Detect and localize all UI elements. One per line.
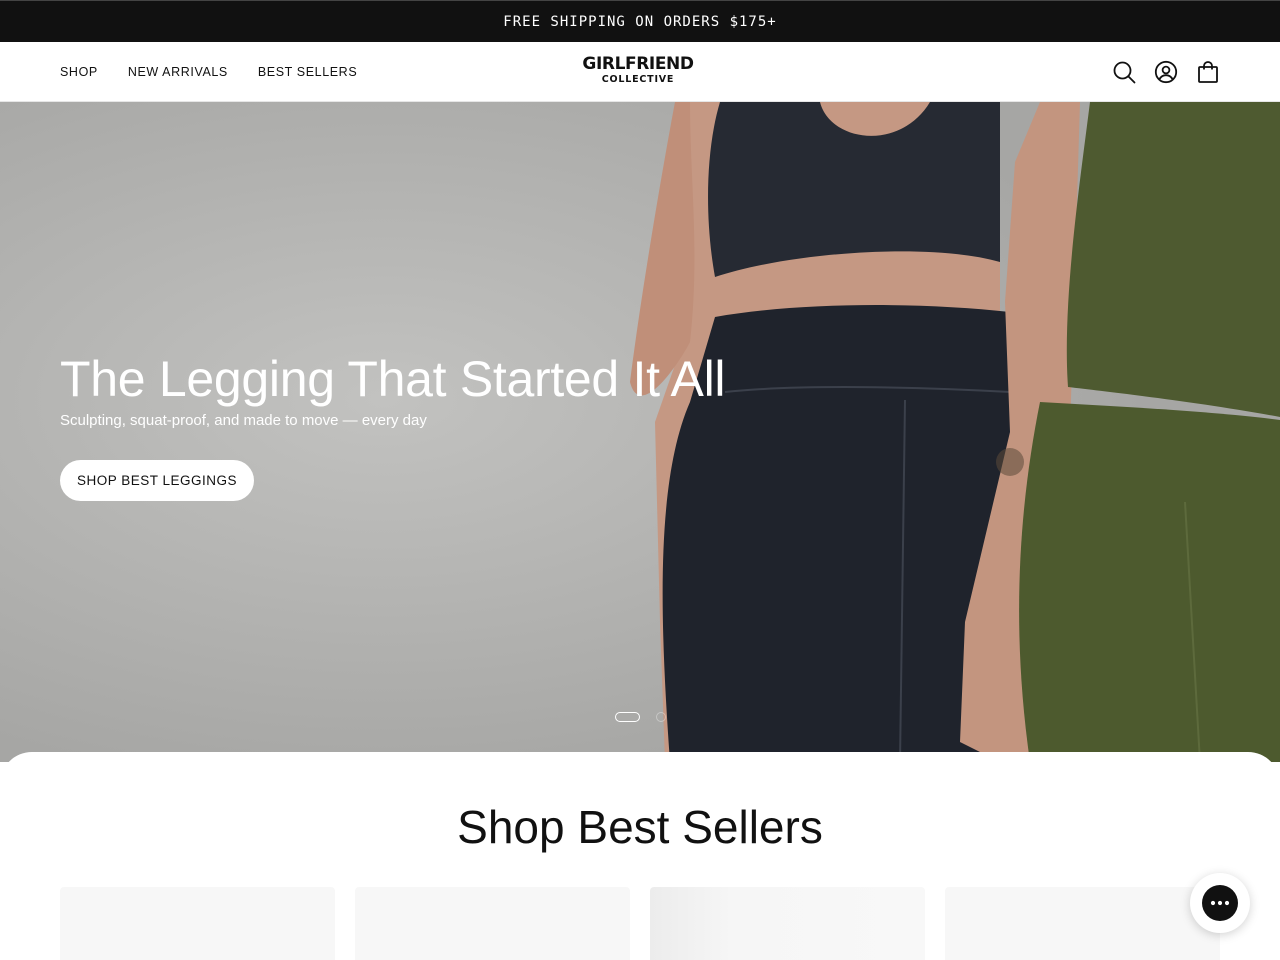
nav-new-arrivals[interactable]: NEW ARRIVALS bbox=[128, 65, 228, 79]
hero-subtitle: Sculpting, squat-proof, and made to move… bbox=[60, 412, 427, 429]
chat-button[interactable] bbox=[1190, 873, 1250, 933]
product-card[interactable] bbox=[650, 887, 925, 960]
search-icon[interactable] bbox=[1112, 60, 1136, 84]
logo-line-1: GIRLFRIEND bbox=[582, 54, 694, 74]
logo-line-2: COLLECTIVE bbox=[601, 74, 675, 85]
announcement-text: FREE SHIPPING ON ORDERS $175+ bbox=[503, 13, 777, 30]
brand-logo[interactable]: GIRLFRIEND COLLECTIVE bbox=[570, 56, 706, 85]
hero-title: The Legging That Started It All bbox=[60, 351, 726, 407]
section-title: Shop Best Sellers bbox=[457, 801, 823, 853]
best-sellers-section: Shop Best Sellers bbox=[0, 752, 1280, 960]
shop-best-leggings-button[interactable]: SHOP BEST LEGGINGS bbox=[60, 460, 255, 501]
product-card[interactable] bbox=[945, 887, 1220, 960]
product-cards bbox=[60, 887, 1220, 960]
account-icon[interactable] bbox=[1154, 60, 1178, 84]
slide-indicators bbox=[615, 712, 666, 722]
slide-dot-1[interactable] bbox=[615, 712, 640, 722]
main-nav: SHOP NEW ARRIVALS BEST SELLERS bbox=[60, 42, 357, 102]
product-card[interactable] bbox=[60, 887, 335, 960]
chat-icon bbox=[1202, 885, 1238, 921]
hero-banner: The Legging That Started It All Sculptin… bbox=[0, 102, 1280, 762]
nav-shop[interactable]: SHOP bbox=[60, 65, 98, 79]
header-icons bbox=[1112, 60, 1220, 84]
site-header: SHOP NEW ARRIVALS BEST SELLERS GIRLFRIEN… bbox=[0, 42, 1280, 102]
hero-image bbox=[0, 102, 1280, 762]
announcement-bar: FREE SHIPPING ON ORDERS $175+ bbox=[0, 0, 1280, 42]
bag-icon[interactable] bbox=[1196, 60, 1220, 84]
slide-dot-2[interactable] bbox=[656, 712, 666, 722]
nav-best-sellers[interactable]: BEST SELLERS bbox=[258, 65, 357, 79]
product-card[interactable] bbox=[355, 887, 630, 960]
